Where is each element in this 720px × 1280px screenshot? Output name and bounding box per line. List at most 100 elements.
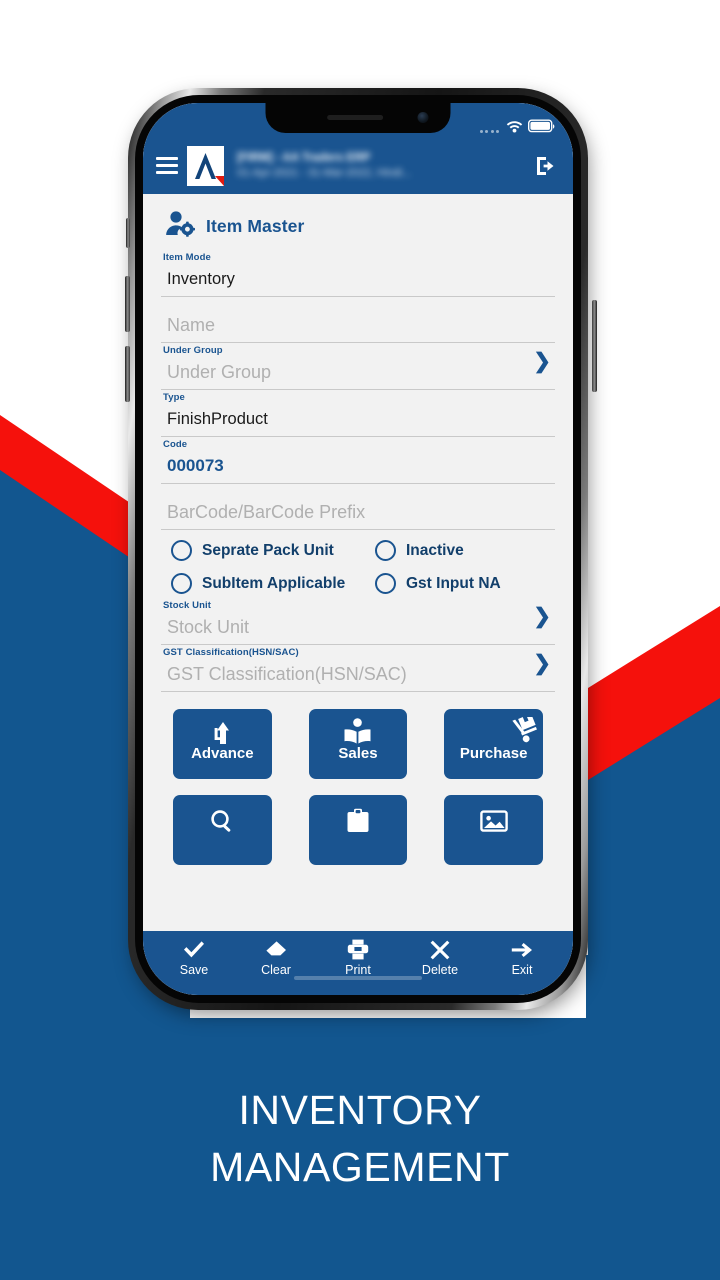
field-name[interactable]: Name: [161, 308, 555, 343]
advance-arrow-icon: [209, 716, 235, 746]
radio-circle-icon[interactable]: [375, 573, 396, 594]
user-settings-icon: [165, 210, 195, 243]
toolbar-label: Delete: [421, 963, 459, 977]
field-placeholder[interactable]: GST Classification(HSN/SAC): [161, 659, 555, 692]
field-item-mode[interactable]: Item Mode Inventory: [161, 250, 555, 297]
image-icon: [479, 806, 508, 836]
check-icon: [182, 938, 206, 961]
checkbox-label: Inactive: [406, 541, 464, 559]
tile-search[interactable]: [173, 795, 272, 865]
tile-image[interactable]: [444, 795, 543, 865]
field-code[interactable]: Code 000073: [161, 437, 555, 484]
tile-purchase[interactable]: Purchase: [444, 709, 543, 779]
field-placeholder[interactable]: Under Group: [161, 357, 555, 390]
toolbar-label: Exit: [511, 963, 533, 977]
page-header: Item Master: [161, 194, 555, 250]
logout-icon[interactable]: [530, 154, 560, 178]
field-type[interactable]: Type FinishProduct: [161, 390, 555, 437]
radio-circle-icon[interactable]: [171, 540, 192, 561]
field-under-group[interactable]: Under Group Under Group ❯: [161, 343, 555, 390]
mute-switch[interactable]: [126, 218, 130, 248]
field-label: Type: [163, 392, 185, 403]
checkbox-label: Gst Input NA: [406, 574, 501, 592]
tile-clipboard[interactable]: [308, 795, 408, 865]
checkbox-row-1: Seprate Pack Unit Inactive: [161, 534, 555, 561]
toolbar-label: Clear: [261, 963, 291, 977]
bottom-toolbar: Save Clear Print Delete Exit: [143, 931, 573, 995]
field-value[interactable]: FinishProduct: [161, 404, 555, 437]
firm-name: [FIRM] - AA Traders ERP: [237, 151, 371, 164]
caption-line-1: INVENTORY: [238, 1087, 482, 1133]
action-tile-grid: Advance Sales Purchase: [161, 692, 555, 865]
home-indicator[interactable]: [294, 976, 422, 980]
field-value[interactable]: 000073: [161, 451, 555, 484]
page-title: Item Master: [206, 216, 305, 236]
field-label: GST Classification(HSN/SAC): [163, 647, 299, 658]
field-barcode[interactable]: BarCode/BarCode Prefix: [161, 495, 555, 530]
caption-line-2: MANAGEMENT: [210, 1144, 510, 1190]
earpiece-speaker: [326, 115, 383, 120]
power-button[interactable]: [592, 300, 597, 392]
toolbar-label: Print: [345, 963, 371, 977]
firm-title-block: [FIRM] - AA Traders ERP 01-Apr-2021 - 31…: [233, 151, 521, 181]
toolbar-label: Save: [179, 963, 209, 977]
app-logo-icon: [187, 145, 224, 186]
field-gst-classification[interactable]: GST Classification(HSN/SAC) GST Classifi…: [161, 645, 555, 692]
field-label: Stock Unit: [163, 600, 211, 611]
phone-screen: [FIRM] - AA Traders ERP 01-Apr-2021 - 31…: [143, 103, 573, 995]
hamburger-menu-icon[interactable]: [156, 157, 178, 174]
eraser-icon: [264, 938, 288, 961]
radio-circle-icon[interactable]: [375, 540, 396, 561]
field-value[interactable]: Inventory: [161, 264, 555, 297]
wifi-icon: [506, 120, 523, 133]
toolbar-clear[interactable]: Clear: [253, 938, 299, 977]
form-content: Item Master Item Mode Inventory Name Und…: [143, 194, 573, 931]
field-stock-unit[interactable]: Stock Unit Stock Unit ❯: [161, 598, 555, 645]
checkbox-seprate-pack-unit[interactable]: Seprate Pack Unit: [171, 540, 375, 561]
app-bar: [FIRM] - AA Traders ERP 01-Apr-2021 - 31…: [143, 137, 573, 194]
financial-year: 01-Apr-2021 - 31-Mar-2022, Hindi...: [237, 166, 412, 179]
radio-circle-icon[interactable]: [171, 573, 192, 594]
field-placeholder[interactable]: Stock Unit: [161, 612, 555, 645]
field-label: Under Group: [163, 345, 223, 356]
chevron-right-icon[interactable]: ❯: [533, 653, 551, 674]
notch: [265, 103, 451, 133]
checkbox-label: Seprate Pack Unit: [202, 541, 334, 559]
search-circle-icon: [209, 806, 235, 836]
toolbar-print[interactable]: Print: [335, 938, 381, 977]
signal-dots-icon: [479, 130, 499, 133]
checkbox-label: SubItem Applicable: [202, 574, 346, 592]
toolbar-save[interactable]: Save: [171, 938, 217, 977]
checkbox-inactive[interactable]: Inactive: [375, 540, 464, 561]
arrow-right-icon: [511, 938, 533, 961]
chevron-right-icon[interactable]: ❯: [533, 351, 551, 372]
clipboard-icon: [346, 806, 370, 836]
field-placeholder[interactable]: BarCode/BarCode Prefix: [161, 497, 555, 530]
sales-book-icon: [343, 716, 372, 746]
phone-mockup: [FIRM] - AA Traders ERP 01-Apr-2021 - 31…: [125, 88, 597, 1018]
tile-advance[interactable]: Advance: [173, 709, 272, 779]
field-label: Item Mode: [163, 252, 211, 263]
volume-up-button[interactable]: [125, 276, 130, 332]
app-container: [FIRM] - AA Traders ERP 01-Apr-2021 - 31…: [143, 103, 573, 995]
checkbox-subitem-applicable[interactable]: SubItem Applicable: [171, 573, 375, 594]
close-x-icon: [430, 938, 450, 961]
toolbar-exit[interactable]: Exit: [499, 938, 545, 977]
front-camera: [417, 112, 429, 123]
field-placeholder[interactable]: Name: [161, 310, 555, 343]
promo-caption: INVENTORY MANAGEMENT: [0, 1082, 720, 1196]
battery-full-icon: [528, 119, 555, 133]
tile-label: Purchase: [459, 745, 528, 762]
checkbox-row-2: SubItem Applicable Gst Input NA: [161, 561, 555, 594]
checkbox-gst-input-na[interactable]: Gst Input NA: [375, 573, 501, 594]
purchase-handtruck-icon: [507, 716, 539, 746]
toolbar-delete[interactable]: Delete: [417, 938, 463, 977]
printer-icon: [347, 938, 369, 961]
tile-label: Sales: [338, 745, 378, 762]
volume-down-button[interactable]: [125, 346, 130, 402]
chevron-right-icon[interactable]: ❯: [533, 606, 551, 627]
tile-sales[interactable]: Sales: [308, 709, 408, 779]
field-label: Code: [163, 439, 188, 450]
